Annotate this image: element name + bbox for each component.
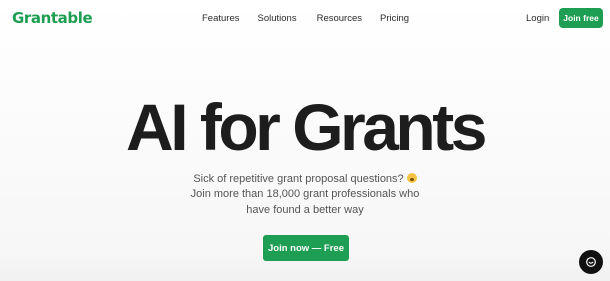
login-link[interactable]: Login bbox=[526, 13, 549, 24]
join-free-button[interactable]: Join free bbox=[559, 8, 603, 28]
hero-subtitle-line-1: Sick of repetitive grant proposal questi… bbox=[0, 173, 610, 185]
hero-title: AI for Grants bbox=[126, 90, 487, 164]
nav-links: Features Solutions Resources Pricing bbox=[202, 13, 427, 24]
chat-widget-button[interactable] bbox=[579, 250, 603, 274]
hero-subtitle-line-2: Join more than 18,000 grant professional… bbox=[190, 188, 420, 200]
chat-bubble-icon bbox=[586, 257, 596, 267]
hero-subtitle-line-3: have found a better way bbox=[246, 204, 364, 216]
join-now-button[interactable]: Join now — Free bbox=[263, 235, 349, 261]
nav-link-resources[interactable]: Resources bbox=[317, 13, 362, 24]
top-navbar: Grantable Features Solutions Resources P… bbox=[0, 0, 610, 38]
nav-link-features[interactable]: Features bbox=[202, 13, 240, 24]
hero-subtitle-line-1-text: Sick of repetitive grant proposal questi… bbox=[193, 173, 404, 185]
exhausted-face-emoji-icon bbox=[406, 173, 417, 183]
nav-link-pricing[interactable]: Pricing bbox=[380, 13, 409, 24]
nav-link-solutions[interactable]: Solutions bbox=[258, 13, 297, 24]
grantable-logo[interactable]: Grantable bbox=[12, 9, 93, 27]
